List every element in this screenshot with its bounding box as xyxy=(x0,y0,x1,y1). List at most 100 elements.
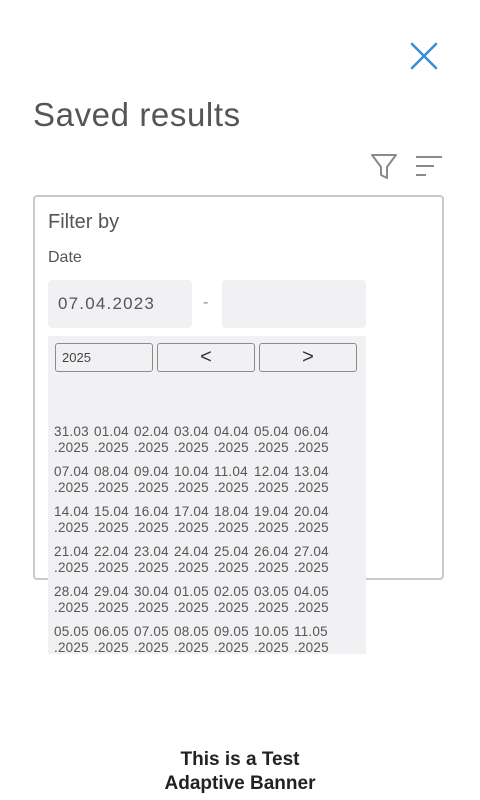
previous-month-button[interactable]: < xyxy=(157,343,255,372)
calendar-day-date: 28.04 xyxy=(54,584,89,599)
banner-line-2: Adaptive Banner xyxy=(164,773,316,794)
calendar-day[interactable]: 07.04.2025 xyxy=(54,464,94,504)
calendar-day[interactable]: 14.04.2025 xyxy=(54,504,94,544)
calendar-day[interactable]: 09.05.2025 xyxy=(214,624,254,654)
calendar-day[interactable]: 02.04.2025 xyxy=(134,424,174,464)
calendar-day[interactable]: 05.05.2025 xyxy=(54,624,94,654)
calendar-day[interactable]: 18.04.2025 xyxy=(214,504,254,544)
date-to-input[interactable] xyxy=(222,280,366,328)
sort-button[interactable] xyxy=(412,152,446,182)
calendar-day-date: 03.05 xyxy=(254,584,289,599)
calendar-day-date: 02.04 xyxy=(134,424,169,439)
calendar-day-date: 24.04 xyxy=(174,544,209,559)
calendar-week-row: 28.04.2025 29.04.2025 30.04.2025 01.05.2025… xyxy=(54,584,344,624)
calendar-day[interactable]: 25.04.2025 xyxy=(214,544,254,584)
calendar-day-date: 30.04 xyxy=(134,584,169,599)
calendar-day[interactable]: 11.05.2025 xyxy=(294,624,334,654)
calendar-day-date: 07.04 xyxy=(54,464,89,479)
calendar-day-date: 22.04 xyxy=(94,544,129,559)
calendar-grid: 31.03.2025 01.04.2025 02.04.2025 03.04.2025… xyxy=(54,424,344,654)
calendar-day[interactable]: 03.04.2025 xyxy=(174,424,214,464)
calendar-day[interactable]: 23.04.2025 xyxy=(134,544,174,584)
calendar-day[interactable]: 10.05.2025 xyxy=(254,624,294,654)
date-from-input[interactable] xyxy=(48,280,192,328)
calendar-day-year: .2025 xyxy=(214,520,249,535)
filter-funnel-icon xyxy=(371,154,397,179)
calendar-week-row: 31.03.2025 01.04.2025 02.04.2025 03.04.2025… xyxy=(54,424,344,464)
calendar-day-year: .2025 xyxy=(254,600,289,615)
calendar-day-date: 04.04 xyxy=(214,424,249,439)
calendar-day[interactable]: 03.05.2025 xyxy=(254,584,294,624)
calendar-day-year: .2025 xyxy=(134,640,169,654)
calendar-day-date: 10.05 xyxy=(254,624,289,639)
calendar-day[interactable]: 01.05.2025 xyxy=(174,584,214,624)
calendar-day-date: 03.04 xyxy=(174,424,209,439)
next-month-button[interactable]: > xyxy=(259,343,357,372)
calendar-day-date: 18.04 xyxy=(214,504,249,519)
calendar-day[interactable]: 04.05.2025 xyxy=(294,584,334,624)
calendar-week-row: 21.04.2025 22.04.2025 23.04.2025 24.04.2025… xyxy=(54,544,344,584)
calendar-day-year: .2025 xyxy=(294,480,329,495)
calendar-day[interactable]: 04.04.2025 xyxy=(214,424,254,464)
calendar-day[interactable]: 29.04.2025 xyxy=(94,584,134,624)
calendar-day[interactable]: 27.04.2025 xyxy=(294,544,334,584)
calendar-day-year: .2025 xyxy=(174,600,209,615)
year-input[interactable] xyxy=(55,343,153,372)
calendar-day-year: .2025 xyxy=(254,440,289,455)
calendar-day-year: .2025 xyxy=(214,480,249,495)
calendar-day[interactable]: 30.04.2025 xyxy=(134,584,174,624)
calendar-day-year: .2025 xyxy=(94,480,129,495)
calendar-day[interactable]: 24.04.2025 xyxy=(174,544,214,584)
calendar-day[interactable]: 31.03.2025 xyxy=(54,424,94,464)
date-separator: - xyxy=(203,294,209,311)
filter-button[interactable] xyxy=(368,152,400,182)
calendar-day[interactable]: 13.04.2025 xyxy=(294,464,334,504)
calendar-day[interactable]: 06.04.2025 xyxy=(294,424,334,464)
calendar-day[interactable]: 12.04.2025 xyxy=(254,464,294,504)
calendar-day[interactable]: 11.04.2025 xyxy=(214,464,254,504)
calendar-day[interactable]: 17.04.2025 xyxy=(174,504,214,544)
calendar-day-year: .2025 xyxy=(54,480,89,495)
calendar-day[interactable]: 28.04.2025 xyxy=(54,584,94,624)
calendar-day[interactable]: 05.04.2025 xyxy=(254,424,294,464)
calendar-day[interactable]: 06.05.2025 xyxy=(94,624,134,654)
calendar-day-year: .2025 xyxy=(254,480,289,495)
calendar-day[interactable]: 15.04.2025 xyxy=(94,504,134,544)
calendar-day[interactable]: 01.04.2025 xyxy=(94,424,134,464)
date-label: Date xyxy=(48,249,82,266)
calendar-day[interactable]: 21.04.2025 xyxy=(54,544,94,584)
calendar-day-date: 11.05 xyxy=(294,624,328,639)
calendar-day-date: 05.04 xyxy=(254,424,289,439)
calendar-day[interactable]: 10.04.2025 xyxy=(174,464,214,504)
calendar-day[interactable]: 09.04.2025 xyxy=(134,464,174,504)
calendar-week-row: 05.05.2025 06.05.2025 07.05.2025 08.05.2025… xyxy=(54,624,344,654)
calendar-day-date: 25.04 xyxy=(214,544,249,559)
calendar-day[interactable]: 02.05.2025 xyxy=(214,584,254,624)
calendar-day[interactable]: 22.04.2025 xyxy=(94,544,134,584)
calendar-day-year: .2025 xyxy=(294,560,329,575)
calendar-day-year: .2025 xyxy=(134,440,169,455)
calendar-day-year: .2025 xyxy=(134,560,169,575)
calendar-day[interactable]: 08.05.2025 xyxy=(174,624,214,654)
calendar-day-date: 11.04 xyxy=(214,464,248,479)
calendar-day[interactable]: 26.04.2025 xyxy=(254,544,294,584)
calendar-day-year: .2025 xyxy=(94,520,129,535)
calendar-day[interactable]: 07.05.2025 xyxy=(134,624,174,654)
calendar-day-date: 06.05 xyxy=(94,624,129,639)
calendar-day-year: .2025 xyxy=(54,440,89,455)
calendar-day-date: 31.03 xyxy=(54,424,89,439)
adaptive-banner[interactable]: This is a Test Adaptive Banner xyxy=(0,748,480,796)
calendar-day-date: 08.05 xyxy=(174,624,209,639)
calendar-day-year: .2025 xyxy=(94,600,129,615)
calendar-day[interactable]: 20.04.2025 xyxy=(294,504,334,544)
calendar-day-date: 16.04 xyxy=(134,504,169,519)
calendar-day[interactable]: 16.04.2025 xyxy=(134,504,174,544)
sort-lines-icon xyxy=(416,156,442,176)
calendar-day-year: .2025 xyxy=(174,520,209,535)
calendar-day-year: .2025 xyxy=(294,440,329,455)
banner-line-1: This is a Test xyxy=(180,749,300,770)
close-button[interactable] xyxy=(404,36,444,76)
calendar-day[interactable]: 08.04.2025 xyxy=(94,464,134,504)
calendar-day-year: .2025 xyxy=(294,600,329,615)
calendar-day[interactable]: 19.04.2025 xyxy=(254,504,294,544)
